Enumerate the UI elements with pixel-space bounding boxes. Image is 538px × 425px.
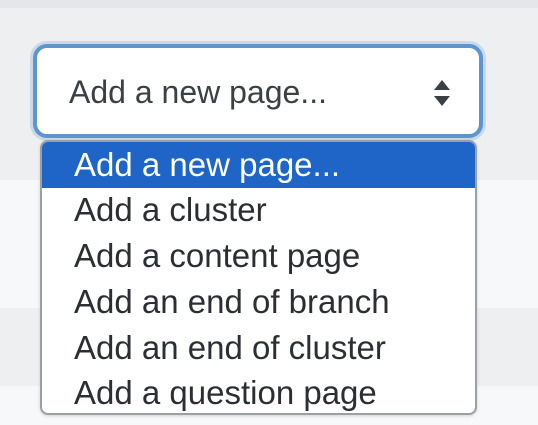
add-page-select[interactable]: Add a new page...: [33, 44, 483, 138]
dropdown-option-add-end-of-cluster[interactable]: Add an end of cluster: [42, 325, 475, 371]
dropdown-option-add-new-page[interactable]: Add a new page...: [42, 142, 475, 188]
dropdown-option-add-end-of-branch[interactable]: Add an end of branch: [42, 279, 475, 325]
up-down-caret-icon: [434, 80, 450, 106]
select-current-value: Add a new page...: [69, 74, 327, 110]
page-background-top: [0, 0, 538, 8]
dropdown-option-add-question-page[interactable]: Add a question page: [42, 370, 475, 413]
dropdown-option-add-content-page[interactable]: Add a content page: [42, 233, 475, 279]
dropdown-option-add-cluster[interactable]: Add a cluster: [42, 187, 475, 233]
add-page-dropdown-list: Add a new page... Add a cluster Add a co…: [40, 140, 477, 415]
